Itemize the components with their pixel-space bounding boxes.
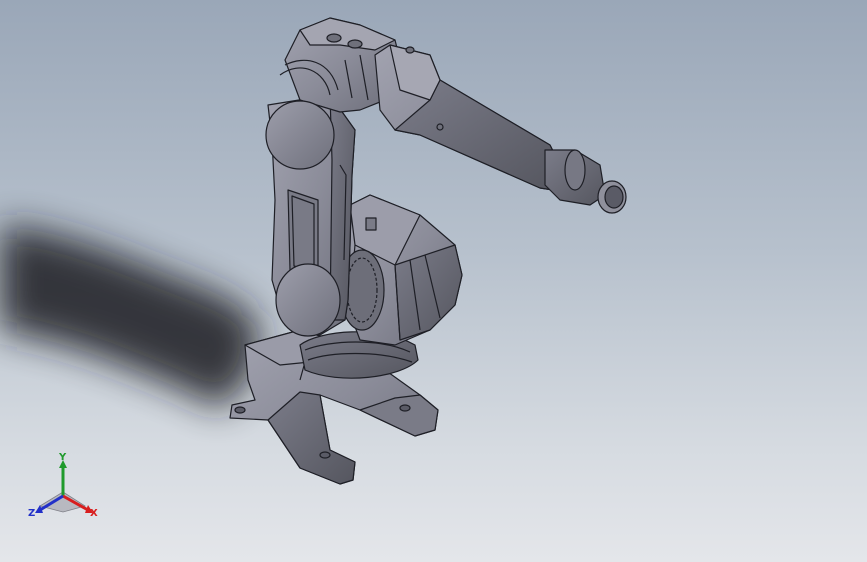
triad-x-label: X: [90, 508, 98, 519]
triad-z-label: Z: [28, 508, 35, 519]
tool-flange[interactable]: [597, 180, 627, 214]
robot-arm-model[interactable]: [229, 17, 627, 485]
upper-arm[interactable]: [374, 44, 561, 191]
robot-model-scene[interactable]: Y X Z: [0, 0, 867, 562]
floor-shadow: [0, 225, 259, 410]
view-orientation-triad[interactable]: Y X Z: [28, 452, 98, 519]
wrist[interactable]: [544, 149, 606, 206]
joint2-cover-disk[interactable]: [275, 263, 341, 337]
graphics-viewport[interactable]: Y X Z: [0, 0, 867, 562]
triad-y-label: Y: [58, 452, 67, 463]
